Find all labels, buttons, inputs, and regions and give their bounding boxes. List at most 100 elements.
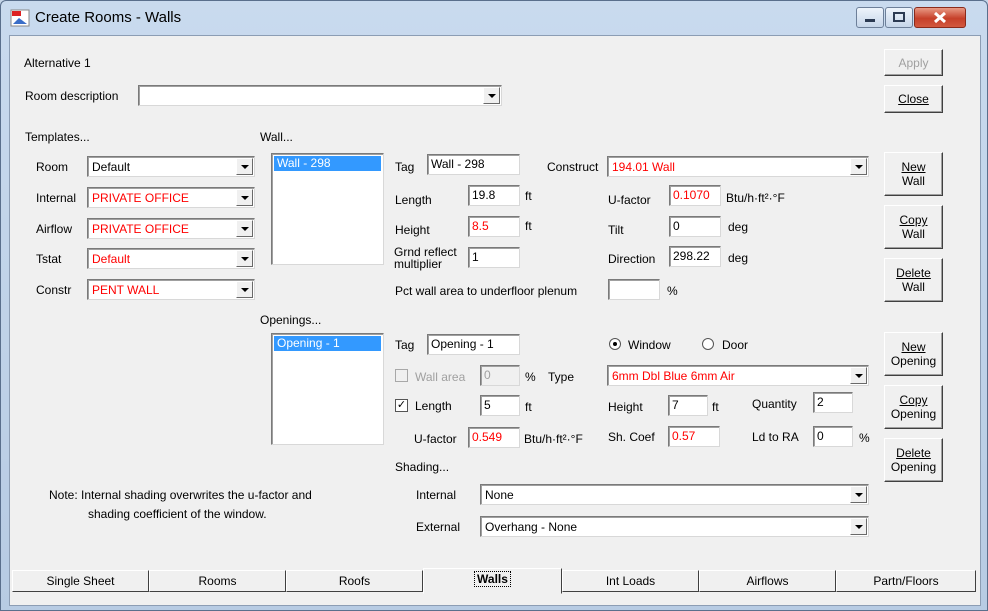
chevron-down-icon[interactable] xyxy=(850,158,867,175)
wall-area-unit: % xyxy=(525,370,536,384)
ldra-label: Ld to RA xyxy=(752,430,799,444)
tab-label: Roofs xyxy=(338,574,371,588)
plenum-unit: % xyxy=(667,284,678,298)
template-tstat-combo[interactable]: Default xyxy=(87,248,255,269)
template-room-combo[interactable]: Default xyxy=(87,156,255,177)
opening-length-checkbox[interactable]: ✓ xyxy=(395,399,408,412)
wall-ufactor-unit: Btu/h·ft²·°F xyxy=(726,191,785,205)
tab-label: Single Sheet xyxy=(46,574,115,588)
template-constr-combo[interactable]: PENT WALL xyxy=(87,279,255,300)
template-constr-label: Constr xyxy=(36,283,72,297)
chevron-down-icon[interactable] xyxy=(850,518,867,535)
construct-combo[interactable]: 194.01 Wall xyxy=(607,156,869,177)
template-airflow-combo[interactable]: PRIVATE OFFICE xyxy=(87,218,255,239)
template-internal-combo[interactable]: PRIVATE OFFICE xyxy=(87,187,255,208)
tab-partn-floors[interactable]: Partn/Floors xyxy=(836,570,976,592)
opening-height-input[interactable]: 7 xyxy=(668,395,708,416)
copy-wall-button[interactable]: Copy Wall xyxy=(884,205,943,249)
opening-tag-input[interactable]: Opening - 1 xyxy=(427,334,520,355)
tab-walls[interactable]: Walls xyxy=(423,568,562,594)
door-radio-label: Door xyxy=(722,338,749,352)
shading-note-line-2: shading coefficient of the window. xyxy=(88,507,267,521)
app-logo-icon xyxy=(10,9,30,27)
close-label: Close xyxy=(898,92,929,106)
close-window-button[interactable] xyxy=(914,7,966,28)
apply-label: Apply xyxy=(898,55,929,70)
shading-note-line-1: Note: Internal shading overwrites the u-… xyxy=(49,488,312,502)
glass-type-combo[interactable]: 6mm Dbl Blue 6mm Air xyxy=(607,365,869,386)
close-button[interactable]: Close xyxy=(884,85,943,113)
glass-type-value: 6mm Dbl Blue 6mm Air xyxy=(612,369,735,383)
tab-airflows[interactable]: Airflows xyxy=(699,570,836,592)
shading-internal-combo[interactable]: None xyxy=(480,484,869,505)
opening-ufactor-input[interactable]: 0.549 xyxy=(468,427,520,448)
delete-wall-label-2: Wall xyxy=(902,280,925,294)
shading-heading: Shading... xyxy=(395,460,450,474)
opening-ufactor-unit: Btu/h·ft²·°F xyxy=(524,432,583,446)
new-wall-button[interactable]: New Wall xyxy=(884,152,943,196)
opening-length-input[interactable]: 5 xyxy=(480,395,520,416)
quantity-input[interactable]: 2 xyxy=(813,392,853,413)
template-room-value: Default xyxy=(92,160,131,174)
template-tstat-value: Default xyxy=(92,252,131,266)
minimize-button[interactable] xyxy=(856,7,884,28)
ldra-unit: % xyxy=(859,431,870,445)
opening-length-label: Length xyxy=(415,399,452,413)
ldra-input[interactable]: 0 xyxy=(813,426,853,447)
tab-int-loads[interactable]: Int Loads xyxy=(562,570,699,592)
tab-single-sheet[interactable]: Single Sheet xyxy=(12,570,149,592)
chevron-down-icon[interactable] xyxy=(483,87,500,104)
shcoef-input[interactable]: 0.57 xyxy=(668,426,720,447)
wall-length-input[interactable]: 19.8 xyxy=(468,185,520,206)
shading-external-label: External xyxy=(416,520,461,534)
wall-list[interactable]: Wall - 298 xyxy=(271,153,384,265)
delete-wall-button[interactable]: Delete Wall xyxy=(884,258,943,302)
window-radio-label: Window xyxy=(628,338,671,352)
room-description-label: Room description xyxy=(25,89,119,103)
templates-heading: Templates... xyxy=(25,130,90,144)
maximize-button[interactable] xyxy=(885,7,913,28)
chevron-down-icon[interactable] xyxy=(236,158,253,175)
tilt-input[interactable]: 0 xyxy=(669,216,721,237)
chevron-down-icon[interactable] xyxy=(850,367,867,384)
tab-label: Int Loads xyxy=(605,574,656,588)
template-airflow-label: Airflow xyxy=(36,222,73,236)
new-opening-button[interactable]: New Opening xyxy=(884,332,943,376)
type-label: Type xyxy=(548,370,575,384)
grnd-reflect-input[interactable]: 1 xyxy=(468,247,520,268)
wall-area-checkbox[interactable] xyxy=(395,369,408,382)
wall-height-input[interactable]: 8.5 xyxy=(468,216,520,237)
wall-tag-input[interactable]: Wall - 298 xyxy=(427,154,520,175)
plenum-input[interactable] xyxy=(608,279,660,300)
grnd-multiplier-label: multiplier xyxy=(394,257,443,271)
template-internal-label: Internal xyxy=(36,191,77,205)
delete-opening-label-1: Delete xyxy=(896,446,931,460)
room-description-combo[interactable] xyxy=(138,85,502,106)
wall-list-item[interactable]: Wall - 298 xyxy=(274,156,381,171)
tab-roofs[interactable]: Roofs xyxy=(286,570,423,592)
openings-list[interactable]: Opening - 1 xyxy=(271,333,384,445)
direction-input[interactable]: 298.22 xyxy=(669,246,721,267)
chevron-down-icon[interactable] xyxy=(236,220,253,237)
opening-height-label: Height xyxy=(608,400,643,414)
shading-external-combo[interactable]: Overhang - None xyxy=(480,516,869,537)
title-bar[interactable]: Create Rooms - Walls xyxy=(1,1,987,35)
chevron-down-icon[interactable] xyxy=(236,281,253,298)
chevron-down-icon[interactable] xyxy=(236,250,253,267)
wall-length-label: Length xyxy=(395,193,432,207)
chevron-down-icon[interactable] xyxy=(236,189,253,206)
template-internal-value: PRIVATE OFFICE xyxy=(92,191,189,205)
tab-rooms[interactable]: Rooms xyxy=(149,570,286,592)
wall-area-input[interactable]: 0 xyxy=(480,365,520,386)
door-radio[interactable] xyxy=(702,338,714,350)
wall-ufactor-label: U-factor xyxy=(608,193,651,207)
apply-button[interactable]: Apply xyxy=(884,49,943,76)
window-radio[interactable] xyxy=(609,338,621,350)
delete-opening-button[interactable]: Delete Opening xyxy=(884,438,943,482)
copy-opening-button[interactable]: Copy Opening xyxy=(884,385,943,429)
chevron-down-icon[interactable] xyxy=(850,486,867,503)
openings-list-item[interactable]: Opening - 1 xyxy=(274,336,381,351)
new-opening-label-2: Opening xyxy=(890,354,937,368)
wall-ufactor-input[interactable]: 0.1070 xyxy=(669,185,721,206)
quantity-label: Quantity xyxy=(752,397,797,411)
